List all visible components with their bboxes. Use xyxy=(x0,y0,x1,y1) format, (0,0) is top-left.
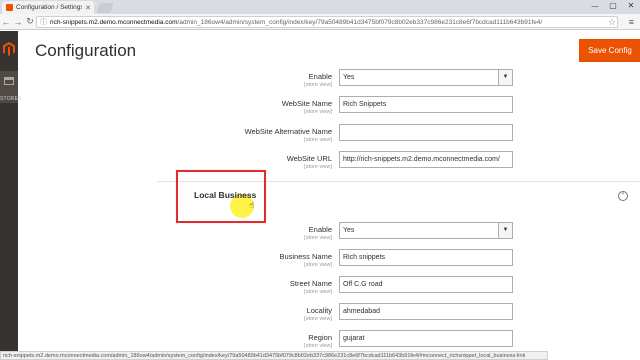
status-bar-url: rich-snippets.m2.demo.mconnectmedia.com/… xyxy=(0,351,548,360)
enable-select[interactable]: Yes ▼ xyxy=(339,69,513,86)
close-window-icon[interactable] xyxy=(622,0,640,12)
url-input[interactable]: ⓘ rich-snippets.m2.demo.mconnectmedia.co… xyxy=(36,16,618,28)
website-url-input[interactable]: http://rich-snippets.m2.demo.mconnectmed… xyxy=(339,151,513,168)
page-info-icon[interactable]: ⓘ xyxy=(40,17,47,27)
scope-label: [store view] xyxy=(304,262,332,268)
chevron-down-icon: ▼ xyxy=(498,70,512,85)
field-label: Locality xyxy=(306,306,332,315)
address-bar: ← → ↻ ⓘ rich-snippets.m2.demo.mconnectme… xyxy=(0,14,640,30)
sidebar-item-label: STORES xyxy=(0,96,22,102)
maximize-icon[interactable] xyxy=(604,0,622,12)
browser-tab[interactable]: Configuration / Settings ✕ xyxy=(2,1,94,14)
field-label: Street Name xyxy=(289,279,332,288)
magento-logo-icon[interactable] xyxy=(0,31,18,67)
website-alt-name-input[interactable] xyxy=(339,124,513,141)
page-header: Configuration Save Config xyxy=(18,31,640,69)
field-label: Enable xyxy=(308,72,332,81)
scope-label: [store view] xyxy=(304,82,332,88)
admin-sidebar: STORES xyxy=(0,31,21,360)
back-icon[interactable]: ← xyxy=(0,17,12,27)
close-tab-icon[interactable]: ✕ xyxy=(85,4,91,12)
locality-input[interactable]: ahmedabad xyxy=(339,303,513,320)
scope-label: [store view] xyxy=(304,235,332,241)
scope-label: [store view] xyxy=(304,109,332,115)
url-host: rich-snippets.m2.demo.mconnectmedia.com xyxy=(50,18,178,26)
page-title: Configuration xyxy=(35,41,137,60)
magento-favicon-icon xyxy=(6,4,13,11)
field-label: Region xyxy=(308,333,332,342)
chevron-down-icon: ▼ xyxy=(498,223,512,238)
scope-label: [store view] xyxy=(304,289,332,295)
browser-tabbar: Configuration / Settings ✕ xyxy=(0,0,640,14)
scope-label: [store view] xyxy=(304,316,332,322)
street-name-input[interactable]: Off C.G road xyxy=(339,276,513,293)
minimize-icon[interactable] xyxy=(586,0,604,12)
scope-label: [store view] xyxy=(304,164,332,170)
store-icon xyxy=(4,77,14,85)
tab-title: Configuration / Settings xyxy=(16,4,83,11)
website-name-input[interactable]: Rich Snippets xyxy=(339,96,513,113)
bookmark-star-icon[interactable]: ☆ xyxy=(608,17,616,28)
hand-cursor-icon: ☝ xyxy=(249,200,255,210)
scope-label: [store view] xyxy=(304,343,332,349)
collapse-section-icon[interactable]: ⌃ xyxy=(618,191,628,201)
business-name-input[interactable]: Rich snippets xyxy=(339,249,513,266)
reload-icon[interactable]: ↻ xyxy=(24,16,36,27)
field-label: Enable xyxy=(308,225,332,234)
scope-label: [store view] xyxy=(304,137,332,143)
field-label: Business Name xyxy=(279,252,332,261)
new-tab-button[interactable] xyxy=(96,3,114,13)
browser-menu-icon[interactable]: ≡ xyxy=(629,17,634,27)
local-business-section-title[interactable]: Local Business xyxy=(194,190,256,200)
url-path: /admin_186ow4/admin/system_config/index/… xyxy=(177,18,543,26)
sidebar-item-stores[interactable]: STORES xyxy=(0,71,21,103)
window-controls xyxy=(586,0,640,12)
field-label: WebSite Name xyxy=(281,99,332,108)
region-input[interactable]: gujarat xyxy=(339,330,513,347)
forward-icon[interactable]: → xyxy=(12,17,24,27)
field-label: WebSite URL xyxy=(286,154,332,163)
field-label: WebSite Alternative Name xyxy=(244,127,332,136)
save-config-button[interactable]: Save Config xyxy=(579,39,640,62)
local-business-enable-select[interactable]: Yes ▼ xyxy=(339,222,513,239)
